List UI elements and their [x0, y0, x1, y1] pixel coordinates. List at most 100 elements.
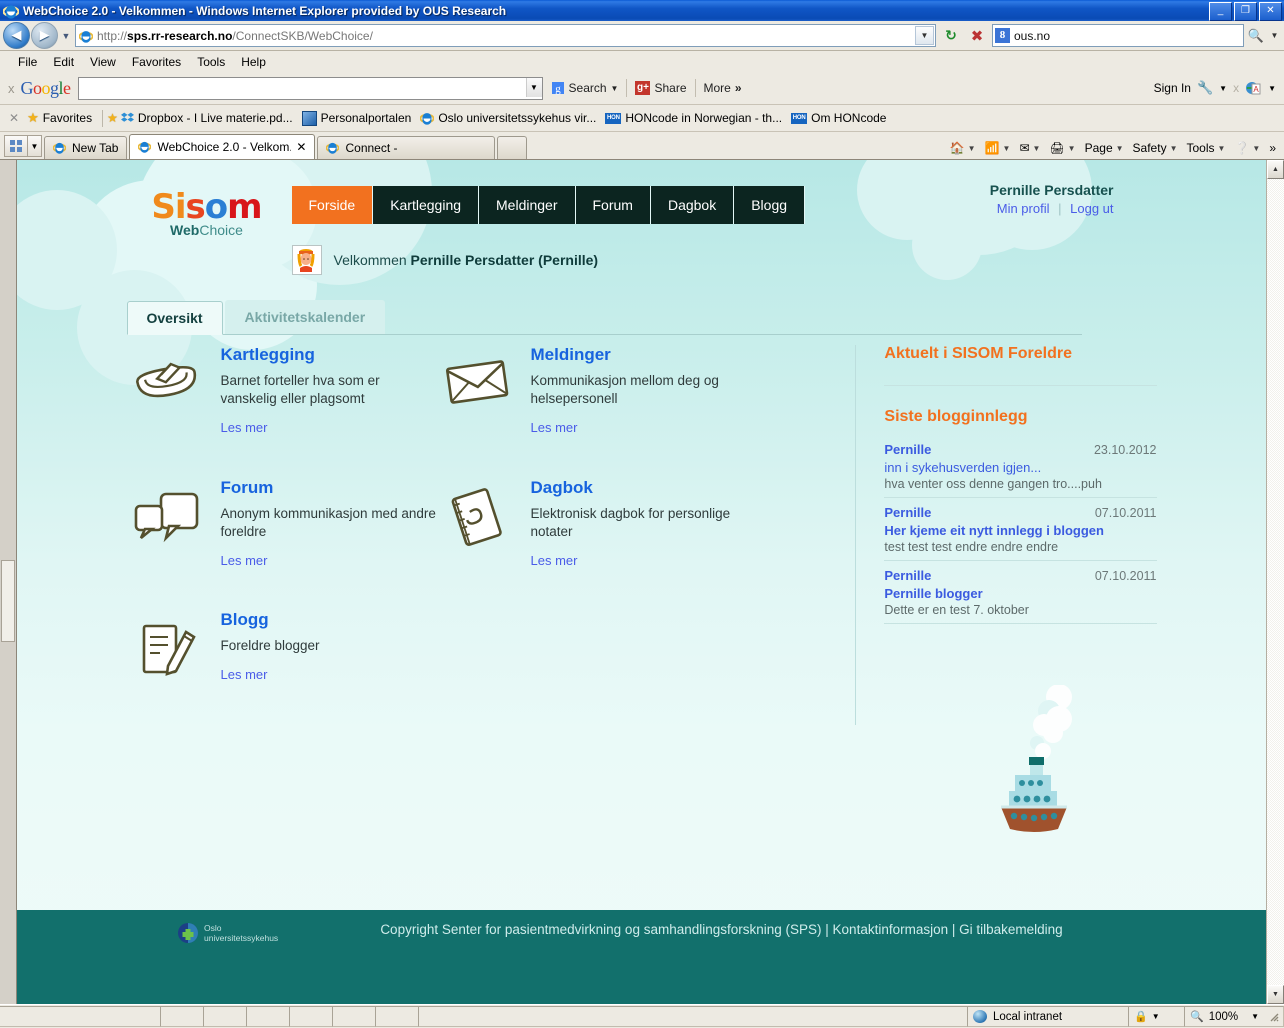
command-overflow-chevron-icon[interactable]: » — [1265, 139, 1280, 157]
nav-item-meldinger[interactable]: Meldinger — [479, 186, 576, 224]
tab-list-chevron-icon[interactable]: ▼ — [28, 135, 42, 157]
menu-tools[interactable]: Tools — [189, 54, 233, 70]
page-menu-button[interactable]: Page ▼ — [1081, 139, 1128, 157]
google-search-button[interactable]: g Search ▼ — [543, 77, 627, 99]
list-item[interactable]: Pernille 07.10.2011 Pernille blogger Det… — [884, 568, 1157, 624]
search-submit-icon[interactable]: 🔍 — [1244, 24, 1268, 47]
sign-in-link[interactable]: Sign In — [1154, 81, 1191, 95]
favorite-item-om-honcode[interactable]: HON Om HONcode — [788, 109, 892, 127]
refresh-button[interactable]: ↻ — [938, 23, 964, 48]
favorite-item-dropbox[interactable]: Dropbox - I Live materie.pd... — [118, 109, 299, 127]
feature-read-more-link[interactable]: Les mer — [221, 667, 268, 682]
tab-new-tab[interactable]: New Tab — [44, 136, 128, 159]
print-button[interactable]: 🖨 ▼ — [1045, 139, 1079, 157]
my-profile-link[interactable]: Min profil — [997, 201, 1050, 216]
url-bar[interactable]: http://sps.rr-research.no/ConnectSKB/Web… — [75, 24, 936, 47]
restore-button[interactable]: ❐ — [1234, 2, 1257, 21]
favorites-button[interactable]: ★ Favorites — [24, 108, 98, 128]
protected-mode-indicator[interactable]: 🔒 ▼ — [1128, 1006, 1185, 1027]
nav-item-dagbok[interactable]: Dagbok — [650, 186, 735, 224]
search-options-chevron-icon[interactable]: ▼ — [1268, 24, 1281, 47]
google-search-dropdown-icon[interactable]: ▼ — [525, 77, 542, 97]
tab-close-icon[interactable]: ✕ — [296, 140, 306, 154]
scroll-up-button[interactable]: ▲ — [1267, 160, 1284, 179]
browser-search-box[interactable]: 8 ous.no — [992, 24, 1244, 47]
web-page: Sisom WebChoice Forside Kartlegging Meld… — [17, 160, 1266, 1004]
forward-button[interactable]: ▶ — [31, 22, 58, 49]
history-dropdown-icon[interactable]: ▼ — [59, 31, 73, 41]
nav-item-blogg[interactable]: Blogg — [734, 186, 806, 224]
quick-tabs-button[interactable] — [4, 135, 28, 157]
minimize-button[interactable]: _ — [1209, 2, 1232, 21]
home-button[interactable]: 🏠 ▼ — [946, 139, 980, 157]
sisom-logo[interactable]: Sisom WebChoice — [117, 190, 297, 238]
wrench-chevron-icon[interactable]: ▼ — [1219, 84, 1227, 93]
protected-mode-chevron-icon[interactable]: ▼ — [1152, 1012, 1160, 1021]
security-zone[interactable]: Local intranet — [967, 1006, 1129, 1027]
tab-aktivitetskalender[interactable]: Aktivitetskalender — [224, 300, 386, 334]
favorite-item-personalportalen[interactable]: Personalportalen — [299, 109, 418, 128]
logout-link[interactable]: Logg ut — [1070, 201, 1113, 216]
post-title-link[interactable]: Pernille blogger — [884, 586, 1156, 601]
feature-desc: Anonym kommunikasjon med andre foreldre — [220, 505, 436, 539]
safety-menu-button[interactable]: Safety ▼ — [1129, 139, 1182, 157]
google-share-button[interactable]: g+ Share — [627, 77, 694, 99]
footer-text[interactable]: Copyright Senter for pasientmedvirkning … — [327, 910, 1266, 942]
post-title-link[interactable]: inn i sykehusverden igjen... — [884, 460, 1156, 475]
feeds-button[interactable]: 📶 ▼ — [981, 139, 1015, 157]
settings-wrench-icon[interactable]: 🔧 — [1197, 80, 1213, 96]
left-scrollbar[interactable] — [0, 160, 17, 1004]
favorites-bar-close-icon[interactable]: ✕ — [4, 111, 24, 125]
favorite-item-honcode-norwegian[interactable]: HON HONcode in Norwegian - th... — [602, 109, 788, 127]
nav-item-forside[interactable]: Forside — [291, 186, 374, 224]
scrollbar-track[interactable] — [1267, 179, 1284, 985]
menu-view[interactable]: View — [82, 54, 124, 70]
post-author[interactable]: Pernille — [884, 442, 931, 457]
menu-edit[interactable]: Edit — [45, 54, 82, 70]
close-button[interactable]: ✕ — [1259, 2, 1282, 21]
status-cell — [160, 1006, 204, 1027]
nav-item-kartlegging[interactable]: Kartlegging — [373, 186, 480, 224]
add-favorite-icon[interactable]: ★ — [107, 111, 118, 125]
svg-text:g: g — [555, 83, 561, 95]
stop-button[interactable]: ✖ — [964, 23, 990, 48]
zoom-chevron-icon[interactable]: ▼ — [1251, 1012, 1259, 1021]
google-more-button[interactable]: More » — [696, 77, 750, 99]
zoom-level: 100% — [1208, 1010, 1239, 1023]
pdf-chevron-icon[interactable]: ▼ — [1268, 84, 1276, 93]
resize-grip[interactable] — [1267, 1010, 1281, 1024]
menu-help[interactable]: Help — [233, 54, 274, 70]
new-tab-button[interactable] — [497, 136, 528, 159]
tab-oversikt[interactable]: Oversikt — [126, 301, 223, 335]
menu-file[interactable]: File — [10, 54, 45, 70]
feature-read-more-link[interactable]: Les mer — [221, 553, 268, 568]
scroll-down-button[interactable]: ▼ — [1267, 985, 1284, 1004]
post-author[interactable]: Pernille — [884, 505, 931, 520]
feature-read-more-link[interactable]: Les mer — [531, 553, 578, 568]
status-message — [0, 1006, 161, 1027]
menu-favorites[interactable]: Favorites — [124, 54, 189, 70]
google-toolbar: x Google ▼ g Search ▼ g+ Share More » Si… — [0, 72, 1284, 105]
tab-connect[interactable]: Connect - — [317, 136, 496, 159]
google-toolbar-close-icon[interactable]: x — [6, 81, 21, 96]
url-dropdown-icon[interactable]: ▼ — [915, 26, 934, 45]
mail-button[interactable]: ✉ ▼ — [1015, 139, 1044, 157]
tools-menu-button[interactable]: Tools ▼ — [1183, 139, 1230, 157]
list-item[interactable]: Pernille 23.10.2012 inn i sykehusverden … — [884, 442, 1157, 498]
help-button[interactable]: ❔ ▼ — [1230, 139, 1264, 157]
nav-item-forum[interactable]: Forum — [575, 186, 651, 224]
feature-read-more-link[interactable]: Les mer — [531, 420, 578, 435]
zoom-control[interactable]: 🔍 100% ▼ — [1184, 1006, 1284, 1027]
google-search-input[interactable]: ▼ — [77, 76, 543, 100]
left-scrollbar-thumb[interactable] — [1, 560, 15, 642]
toolbar-close-icon[interactable]: x — [1233, 81, 1239, 95]
list-item[interactable]: Pernille 07.10.2011 Her kjeme eit nytt i… — [884, 505, 1157, 561]
feature-read-more-link[interactable]: Les mer — [221, 420, 268, 435]
back-button[interactable]: ◀ — [3, 22, 30, 49]
post-title-link[interactable]: Her kjeme eit nytt innlegg i bloggen — [884, 523, 1156, 538]
post-author[interactable]: Pernille — [884, 568, 931, 583]
favorite-item-oslo-universitetssykehus[interactable]: Oslo universitetssykehus vir... — [417, 109, 602, 127]
tab-webchoice[interactable]: WebChoice 2.0 - Velkom... ✕ — [129, 134, 316, 159]
pdf-icon[interactable]: A — [1245, 80, 1262, 97]
page-scrollbar[interactable]: ▲ ▼ — [1266, 160, 1284, 1004]
